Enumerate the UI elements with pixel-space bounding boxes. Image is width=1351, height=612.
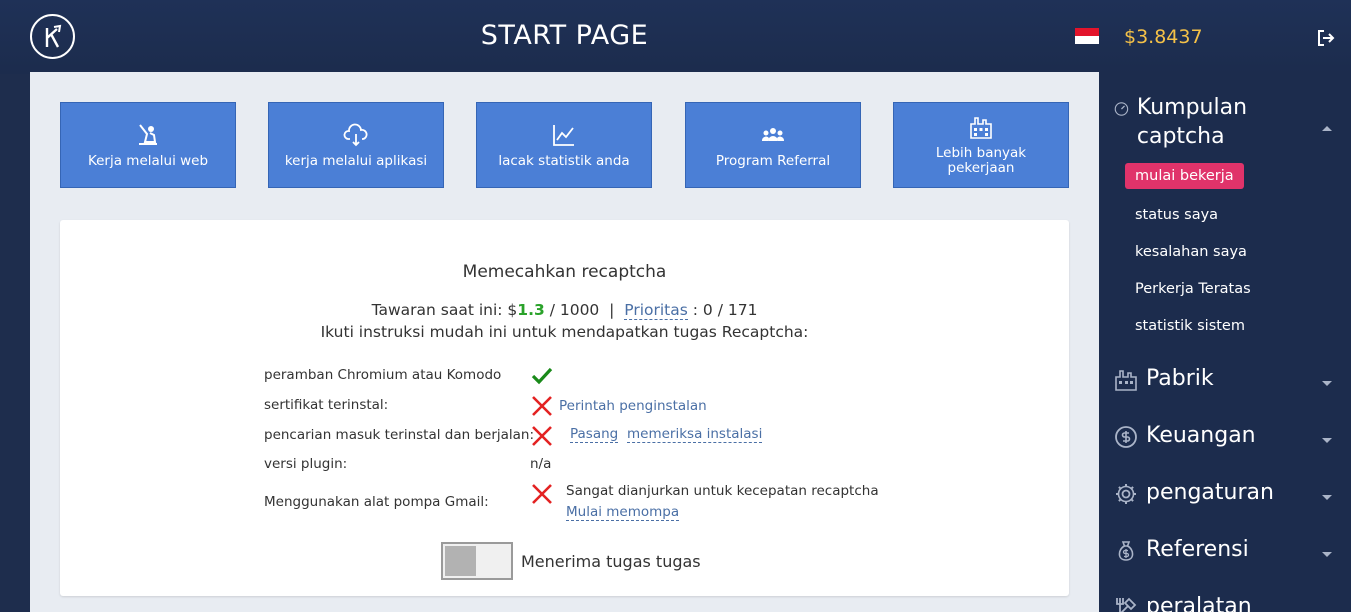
factory-icon bbox=[1115, 370, 1137, 391]
chart-icon bbox=[553, 124, 574, 146]
balance-amount: $3.8437 bbox=[1124, 26, 1203, 48]
gear-icon bbox=[1116, 484, 1136, 504]
factory-icon bbox=[970, 117, 992, 139]
chevron-down-icon[interactable] bbox=[1321, 494, 1333, 502]
offer-separator: | bbox=[609, 301, 615, 319]
sidebar-section-finance[interactable]: Keuangan bbox=[1114, 421, 1256, 450]
sidebar-section-factory[interactable]: Pabrik bbox=[1114, 364, 1214, 393]
sidebar-section-referral[interactable]: Referensi bbox=[1114, 535, 1249, 564]
tile-referral[interactable]: Program Referral bbox=[685, 102, 861, 188]
tile-statistics[interactable]: lacak statistik anda bbox=[476, 102, 652, 188]
sidebar-section-title: pengaturan bbox=[1146, 480, 1274, 505]
start-pumping-link[interactable]: Mulai memompa bbox=[566, 504, 680, 521]
install-instructions-link[interactable]: Perintah penginstalan bbox=[559, 398, 707, 414]
top-header: START PAGE $3.8437 bbox=[0, 0, 1351, 74]
tile-work-web[interactable]: Kerja melalui web bbox=[60, 102, 236, 188]
main-content: Kerja melalui web kerja melalui aplikasi… bbox=[30, 72, 1099, 612]
sidebar-item-start-work[interactable]: mulai bekerja bbox=[1125, 163, 1244, 189]
x-icon bbox=[532, 484, 552, 504]
sidebar-item-system-stats[interactable]: statistik sistem bbox=[1135, 318, 1245, 334]
tile-label: lacak statistik anda bbox=[498, 152, 630, 169]
priority-value: : 0 / 171 bbox=[692, 301, 758, 319]
sidebar-section-title: Referensi bbox=[1146, 537, 1249, 562]
sidebar-section-settings[interactable]: pengaturan bbox=[1114, 478, 1274, 507]
offer-line: Tawaran saat ini: $1.3 / 1000 | Priorita… bbox=[60, 301, 1069, 320]
worker-icon bbox=[139, 123, 157, 145]
chevron-down-icon[interactable] bbox=[1321, 551, 1333, 559]
chevron-down-icon[interactable] bbox=[1321, 437, 1333, 445]
sidebar-section-title: peralatan bbox=[1146, 594, 1252, 612]
offer-prefix: Tawaran saat ini: $ bbox=[371, 301, 518, 319]
offer-value: 1.3 bbox=[517, 301, 545, 319]
tile-label: kerja melalui aplikasi bbox=[284, 152, 428, 169]
toggle-knob bbox=[445, 546, 476, 576]
money-bag-icon bbox=[1118, 541, 1134, 561]
indonesia-flag-icon[interactable] bbox=[1075, 28, 1099, 44]
check-install-link[interactable]: memeriksa instalasi bbox=[627, 426, 763, 443]
check-icon bbox=[531, 367, 553, 385]
offer-suffix: / 1000 bbox=[544, 301, 600, 319]
accept-tasks-label: Menerima tugas tugas bbox=[521, 552, 701, 571]
instructions-text: Ikuti instruksi mudah ini untuk mendapat… bbox=[320, 323, 809, 341]
gmail-pump-label: Menggunakan alat pompa Gmail: bbox=[264, 494, 489, 510]
plugin-running-label: pencarian masuk terinstal dan berjalan: bbox=[264, 427, 535, 443]
gmail-pump-note: Sangat dianjurkan untuk kecepatan recapt… bbox=[566, 483, 879, 499]
sidebar-item-my-status[interactable]: status saya bbox=[1135, 207, 1218, 223]
sidebar-section-tools[interactable]: peralatan bbox=[1114, 592, 1252, 612]
sidebar-section-captcha[interactable]: Kumpulan captcha bbox=[1114, 93, 1264, 151]
x-icon bbox=[532, 396, 552, 416]
certificate-label: sertifikat terinstal: bbox=[264, 397, 389, 413]
chevron-down-icon[interactable] bbox=[1321, 380, 1333, 388]
install-plugin-link[interactable]: Pasang bbox=[570, 426, 619, 443]
recaptcha-card: Memecahkan recaptcha Tawaran saat ini: $… bbox=[60, 220, 1069, 596]
gauge-icon bbox=[1114, 102, 1129, 116]
page-title: START PAGE bbox=[480, 20, 649, 51]
browser-label: peramban Chromium atau Komodo bbox=[264, 367, 502, 383]
tile-more-jobs[interactable]: Lebih banyak pekerjaan bbox=[893, 102, 1069, 188]
sidebar bbox=[1099, 72, 1351, 612]
sidebar-section-title: Pabrik bbox=[1146, 366, 1214, 391]
logout-icon[interactable] bbox=[1316, 28, 1336, 48]
sidebar-section-title: Keuangan bbox=[1146, 423, 1256, 448]
cloud-download-icon bbox=[343, 123, 368, 146]
tile-label: Program Referral bbox=[715, 152, 831, 169]
priority-link[interactable]: Prioritas bbox=[624, 301, 688, 320]
tile-label: Kerja melalui web bbox=[87, 152, 209, 169]
tile-work-app[interactable]: kerja melalui aplikasi bbox=[268, 102, 444, 188]
plugin-version-label: versi plugin: bbox=[264, 456, 348, 472]
accept-tasks-toggle[interactable] bbox=[441, 542, 513, 580]
people-icon bbox=[761, 127, 785, 141]
card-title: Memecahkan recaptcha bbox=[462, 262, 667, 282]
quick-action-tiles: Kerja melalui web kerja melalui aplikasi… bbox=[60, 102, 1069, 188]
plugin-version-value: n/a bbox=[530, 456, 552, 472]
tile-label: Lebih banyak pekerjaan bbox=[935, 145, 1027, 176]
sidebar-section-title: Kumpulan captcha bbox=[1136, 95, 1248, 149]
sidebar-item-my-errors[interactable]: kesalahan saya bbox=[1135, 244, 1247, 260]
tools-icon bbox=[1116, 597, 1137, 612]
x-icon bbox=[532, 426, 552, 446]
chevron-up-icon[interactable] bbox=[1321, 124, 1333, 132]
sidebar-item-top-workers[interactable]: Perkerja Teratas bbox=[1135, 281, 1251, 297]
dollar-icon bbox=[1115, 426, 1137, 448]
